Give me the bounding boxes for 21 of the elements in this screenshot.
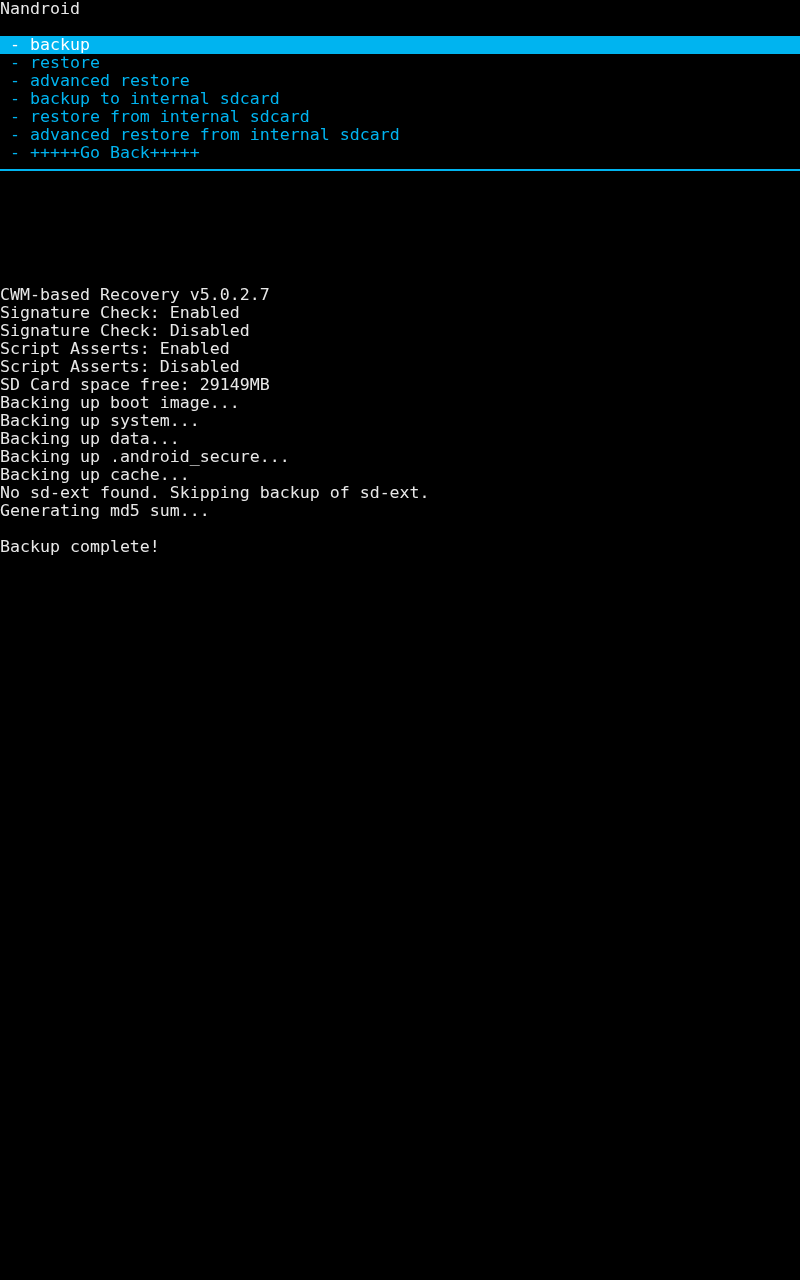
log-line: Backing up boot image... [0, 394, 240, 412]
menu-item[interactable]: - +++++Go Back+++++ [0, 144, 200, 162]
menu-item[interactable]: - advanced restore [0, 72, 190, 90]
menu-item[interactable]: - restore [0, 54, 100, 72]
log-line: Backing up .android_secure... [0, 448, 290, 466]
log-line: Backing up cache... [0, 466, 190, 484]
log-line: Generating md5 sum... [0, 502, 210, 520]
menu-item[interactable]: - backup to internal sdcard [0, 90, 280, 108]
log-line: Script Asserts: Disabled [0, 358, 240, 376]
log-line: Script Asserts: Enabled [0, 340, 230, 358]
log-line: CWM-based Recovery v5.0.2.7 [0, 286, 270, 304]
log-line: Signature Check: Enabled [0, 304, 240, 322]
log-line: SD Card space free: 29149MB [0, 376, 270, 394]
menu-item[interactable]: - advanced restore from internal sdcard [0, 126, 400, 144]
log-line: Backing up system... [0, 412, 200, 430]
menu-item[interactable]: - restore from internal sdcard [0, 108, 310, 126]
log-line: Backing up data... [0, 430, 180, 448]
log-line: No sd-ext found. Skipping backup of sd-ext. [0, 484, 430, 502]
screen-title: Nandroid [0, 0, 80, 18]
result-message: Backup complete! [0, 538, 160, 556]
log-line: Signature Check: Disabled [0, 322, 250, 340]
